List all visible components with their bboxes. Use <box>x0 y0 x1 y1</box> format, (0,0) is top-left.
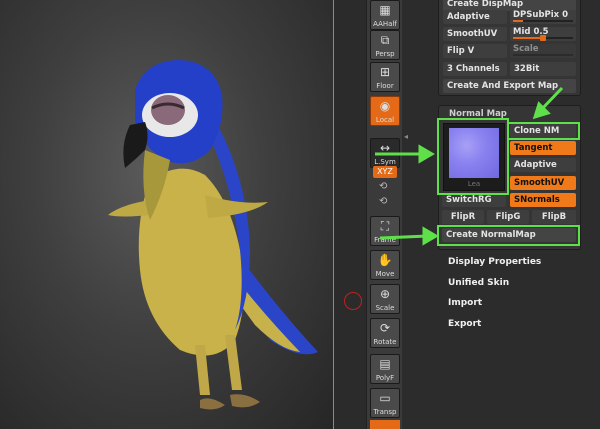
rotate-icon: ⟳ <box>379 321 391 335</box>
import-menu[interactable]: Import <box>448 297 482 309</box>
clone-nm-button[interactable]: Clone NM <box>510 124 576 138</box>
move-button[interactable]: ✋ Move <box>370 250 400 280</box>
canvas-margin <box>334 0 366 429</box>
magnify-icon: ⊕ <box>379 287 391 301</box>
polyframe-icon: ▤ <box>379 357 391 371</box>
rotate-axis-icon-2[interactable]: ⟲ <box>379 196 387 207</box>
floor-button[interactable]: ⊞ Floor <box>370 62 400 92</box>
parrot-model <box>108 60 318 410</box>
3d-viewport[interactable] <box>0 0 333 429</box>
aahalf-button[interactable]: ▦ AAHalf <box>370 0 400 30</box>
xyz-toggle[interactable]: XYZ <box>373 166 397 178</box>
symmetry-icon: ↔ <box>379 141 391 155</box>
normal-map-thumbnail[interactable]: Lea <box>443 123 505 191</box>
switchrg-button[interactable]: SwitchRG <box>442 193 506 207</box>
adaptive-nm-button[interactable]: Adaptive <box>510 158 576 172</box>
lsym-button[interactable]: ↔ L.Sym <box>370 138 400 168</box>
mid-slider[interactable]: Mid 0.5 <box>510 27 576 41</box>
bit-depth-button[interactable]: 32Bit <box>510 62 576 76</box>
channels-button[interactable]: 3 Channels <box>443 62 507 76</box>
scale-slider[interactable]: Scale <box>510 44 576 58</box>
floor-grid-icon: ⊞ <box>379 65 391 79</box>
red-cursor-icon <box>344 292 362 310</box>
snormals-button[interactable]: SNormals <box>510 193 576 207</box>
frame-icon: ⛶ <box>380 219 390 233</box>
create-export-map-button[interactable]: Create And Export Map <box>443 79 576 93</box>
polyf-button[interactable]: ▤ PolyF <box>370 354 400 384</box>
persp-button[interactable]: ⧉ Persp <box>370 30 400 60</box>
transp-button[interactable]: ▭ Transp <box>370 388 400 418</box>
export-menu[interactable]: Export <box>448 318 481 330</box>
dpsubpix-slider[interactable]: DPSubPix 0 <box>510 10 576 24</box>
perspective-icon: ⧉ <box>380 33 390 47</box>
right-shelf: ▦ AAHalf ⧉ Persp ⊞ Floor ◉ Local ↔ L.Sym… <box>366 0 404 429</box>
local-icon: ◉ <box>379 99 391 113</box>
flipg-button[interactable]: FlipG <box>487 210 529 224</box>
frame-button[interactable]: ⛶ Frame <box>370 216 400 246</box>
rotate-button[interactable]: ⟳ Rotate <box>370 318 400 348</box>
collapse-arrow-icon[interactable]: ◂ <box>404 132 408 141</box>
smoothuv-disp-button[interactable]: SmoothUV <box>443 27 507 41</box>
smoothuv-nm-button[interactable]: SmoothUV <box>510 176 576 190</box>
hand-icon: ✋ <box>377 253 393 267</box>
normal-map-title: Normal Map <box>449 109 507 119</box>
rotate-axis-icon[interactable]: ⟲ <box>379 181 387 192</box>
flipr-button[interactable]: FlipR <box>442 210 484 224</box>
unified-skin-menu[interactable]: Unified Skin <box>448 277 509 289</box>
grid-icon: ▦ <box>379 3 391 17</box>
scale-button[interactable]: ⊕ Scale <box>370 284 400 314</box>
shelf-bottom-tab[interactable] <box>370 420 400 429</box>
local-button[interactable]: ◉ Local <box>370 96 400 126</box>
transparency-icon: ▭ <box>379 391 391 405</box>
tangent-button[interactable]: Tangent <box>510 141 576 155</box>
flipv-button[interactable]: Flip V <box>443 44 507 58</box>
adaptive-button[interactable]: Adaptive <box>443 10 507 24</box>
displacement-panel: Create DispMap Adaptive DPSubPix 0 Smoot… <box>438 0 581 96</box>
create-normalmap-button[interactable]: Create NormalMap <box>442 228 576 242</box>
flipb-button[interactable]: FlipB <box>532 210 576 224</box>
display-properties-menu[interactable]: Display Properties <box>448 256 541 268</box>
